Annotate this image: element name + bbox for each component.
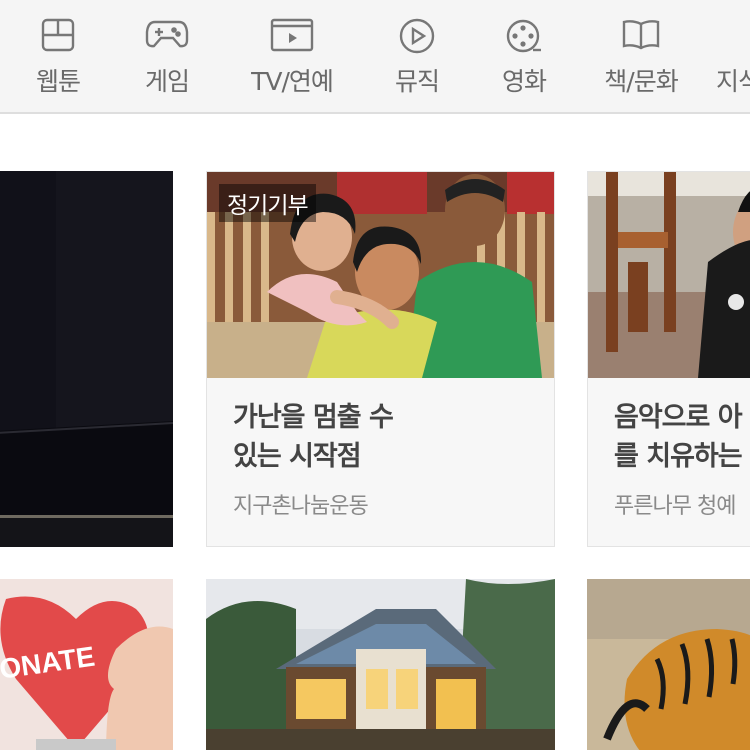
card-title: 음악으로 아 를 치유하는: [614, 398, 750, 476]
card-body: 음악으로 아 를 치유하는 푸른나무 청예: [588, 378, 750, 546]
nav-label: 영화: [501, 67, 547, 96]
card-title: 가난을 멈출 수 있는 시작점: [233, 398, 554, 476]
nav-label: 책/문화: [604, 67, 678, 96]
card-organization: 지구촌나눔운동: [233, 494, 369, 519]
campaign-card[interactable]: [206, 579, 555, 750]
card-title-line: 를 치유하는: [614, 441, 743, 472]
tiger-photo: [587, 579, 750, 750]
card-badge: 정기기부: [219, 184, 316, 222]
play-circle-icon: [399, 18, 435, 54]
campaign-card-left[interactable]: [0, 171, 173, 547]
nav-label: 게임: [144, 67, 190, 96]
nav-item-music[interactable]: 뮤직: [380, 0, 454, 112]
nav-label: 뮤직: [394, 67, 440, 96]
card-title-line: 음악으로 아: [614, 402, 743, 433]
card-thumbnail: 정기기부: [207, 172, 554, 378]
card-organization: 푸른나무 청예: [614, 494, 736, 519]
card-title-line: 가난을 멈출 수: [233, 402, 394, 433]
campaign-card[interactable]: 정기기부 가난을 멈출 수 있는 시작점 지구촌나눔운동: [206, 171, 555, 547]
nav-item-webtoon[interactable]: 웹툰: [25, 0, 91, 112]
nav-item-tv[interactable]: TV/연예: [245, 0, 339, 112]
nav-item-movie[interactable]: 영화: [488, 0, 560, 112]
donate-heart-photo: ONATE: [0, 579, 173, 750]
nav-label: TV/연예: [251, 67, 334, 96]
nav-item-knowledge[interactable]: 지식: [716, 0, 750, 112]
card-thumbnail: [588, 172, 750, 378]
house-photo: [206, 579, 555, 750]
campaign-card[interactable]: [587, 579, 750, 750]
campaign-card[interactable]: 음악으로 아 를 치유하는 푸른나무 청예: [587, 171, 750, 547]
nav-item-game[interactable]: 게임: [130, 0, 204, 112]
nav-item-books[interactable]: 책/문화: [596, 0, 686, 112]
webtoon-icon: [41, 18, 75, 52]
gamepad-icon: [145, 18, 189, 50]
dark-room-photo: [0, 171, 173, 547]
category-nav: 웹툰 게임 TV/연예 뮤직 영화 책/문화 지식: [0, 0, 750, 114]
campaign-card[interactable]: ONATE: [0, 579, 173, 750]
tv-icon: [270, 18, 314, 52]
card-body: 가난을 멈출 수 있는 시작점 지구촌나눔운동: [207, 378, 554, 546]
card-title-line: 있는 시작점: [233, 441, 362, 472]
book-icon: [621, 18, 661, 50]
nav-label: 웹툰: [35, 67, 81, 96]
nav-label: 지식: [716, 67, 750, 96]
film-reel-icon: [505, 18, 543, 54]
